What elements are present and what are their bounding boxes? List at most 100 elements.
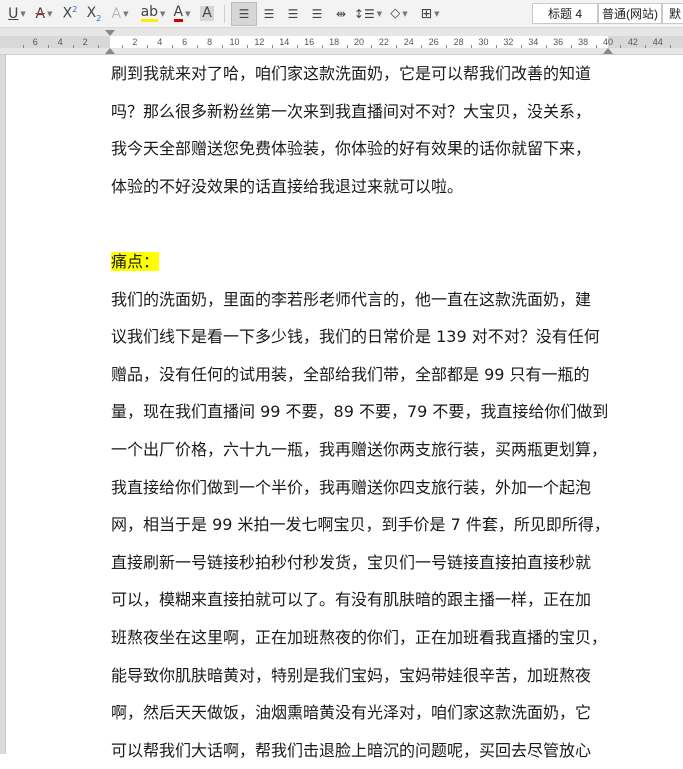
ruler-tick-mark: [471, 45, 473, 48]
ruler-tick-mark: [122, 45, 124, 48]
document-body[interactable]: 刷到我就来对了哈，咱们家这款洗面奶，它是可以帮我们改善的知道 吗？那么很多新粉丝…: [111, 55, 611, 769]
align-right-icon: ☰: [287, 6, 299, 21]
ruler-tick-mark: [446, 45, 448, 48]
superscript-icon: X2: [62, 5, 78, 22]
horizontal-ruler[interactable]: 6 4 2 2 4 6 8 10 12 14 16 18 20 22 24 26 28 30 32 34 36 38 40 4…: [0, 28, 683, 55]
chevron-down-icon: ▼: [185, 9, 191, 18]
ruler-tick-label: 4: [157, 37, 163, 47]
ruler-tick-label: 20: [353, 37, 365, 47]
text-line: 可以，模糊来直接拍就可以了。有没有肌肤暗的跟主播一样，正在加: [111, 590, 592, 610]
subscript-icon: X2: [86, 4, 102, 23]
subscript-button[interactable]: X2: [82, 3, 106, 25]
line-spacing-button[interactable]: ↕☰ ▼: [353, 3, 383, 25]
distributed-align-icon: ⇹: [335, 6, 347, 21]
paragraph-intro: 刷到我就来对了哈，咱们家这款洗面奶，它是可以帮我们改善的知道 吗？那么很多新粉丝…: [111, 55, 611, 205]
text-line: 刷到我就来对了哈，咱们家这款洗面奶，它是可以帮我们改善的知道: [111, 64, 592, 83]
ruler-tick-mark: [595, 45, 597, 48]
ruler-tick-mark: [222, 45, 224, 48]
ruler-tick-label: 16: [304, 37, 315, 47]
ruler-tick-mark: [22, 45, 24, 48]
ruler-tick-mark: [421, 45, 423, 48]
chevron-down-icon: ▼: [123, 9, 129, 18]
text-line: 体验的不好没效果的话直接给我退过来就可以啦。: [111, 176, 464, 196]
text-line: 我直接给你们做到一个半价，我再赠送你四支旅行装，外加一个起泡: [111, 477, 592, 497]
chevron-down-icon: ▼: [20, 9, 26, 18]
ruler-tick-mark: [371, 45, 373, 48]
style-default[interactable]: 默: [662, 3, 683, 24]
text-line: 班熬夜坐在这里啊，正在加班熬夜的你们，正在加班看我直播的宝贝，: [111, 627, 608, 647]
ruler-tick-label: 2: [132, 37, 138, 47]
text-line: 直接刷新一号链接秒拍秒付秒发货，宝贝们一号链接直接拍直接秒就: [111, 552, 592, 572]
text-line: 网，相当于是 99 米拍一发七啊宝贝，到手价是 7 件套，所见即所得，: [111, 515, 610, 535]
paint-bucket-icon: ◇: [390, 6, 401, 21]
character-shading-button[interactable]: A: [196, 3, 218, 25]
align-center-icon: ☰: [263, 6, 275, 21]
chevron-down-icon: ▼: [47, 9, 53, 18]
section-heading: 痛点：: [111, 243, 611, 281]
ruler-tick-label: 6: [32, 37, 38, 47]
ruler-tick-mark: [246, 45, 248, 48]
ruler-tick-label: 44: [652, 37, 663, 47]
ruler-tick-mark: [72, 45, 74, 48]
ruler-tick-mark: [321, 45, 323, 48]
right-indent-marker-icon[interactable]: [603, 48, 613, 54]
ruler-tick-mark: [645, 45, 647, 48]
ruler-tick-label: 38: [578, 37, 589, 47]
ruler-tick-mark: [346, 45, 348, 48]
ruler-left-margin: [0, 36, 110, 48]
align-right-button[interactable]: ☰: [281, 3, 305, 25]
formatting-toolbar: U ▼ A ▼ X2 X2 A ▼ ab ▼ A ▼ A ☰ ☰ ☰ ☰ ⇹ ↕☰ ▼ ◇ ▼…: [0, 0, 683, 28]
strikethrough-icon: A: [35, 5, 46, 22]
chevron-down-icon: ▼: [160, 9, 166, 18]
text-line: 能导致你肌肤暗黄对，特别是我们宝妈，宝妈带娃很辛苦，加班熬夜: [111, 665, 592, 685]
align-left-button[interactable]: ☰: [231, 1, 257, 26]
highlight-button[interactable]: ab ▼: [138, 3, 168, 25]
underline-icon: U: [8, 5, 19, 22]
ruler-tick-label: 30: [478, 37, 489, 47]
ruler-tick-label: 4: [57, 37, 63, 47]
ruler-tick-label: 18: [329, 37, 340, 47]
ruler-tick-mark: [620, 45, 622, 48]
superscript-button[interactable]: X2: [58, 3, 82, 25]
highlighter-icon: ab: [140, 4, 159, 22]
style-normal-web[interactable]: 普通(网站): [598, 3, 662, 24]
ruler-tick-mark: [197, 45, 199, 48]
text-effect-icon: A: [111, 5, 122, 22]
justify-icon: ☰: [311, 6, 323, 21]
hanging-indent-marker-icon[interactable]: [105, 48, 115, 54]
font-color-button[interactable]: A ▼: [168, 3, 196, 25]
border-grid-icon: ⊞: [420, 5, 433, 22]
highlighted-heading-text: 痛点：: [111, 251, 160, 271]
distributed-align-button[interactable]: ⇹: [329, 3, 353, 25]
first-line-indent-marker-icon[interactable]: [105, 30, 115, 36]
shading-button[interactable]: ◇ ▼: [383, 3, 415, 25]
ruler-tick-label: 42: [627, 37, 638, 47]
text-line: 赠品，没有任何的试用装，全部给我们带，全部都是 99 只有一瓶的: [111, 364, 590, 384]
text-line: 一个出厂价格，六十九一瓶，我再赠送你两支旅行装，买两瓶更划算，: [111, 439, 608, 459]
ruler-tick-label: 32: [503, 37, 514, 47]
ruler-tick-label: 28: [453, 37, 464, 47]
ruler-tick-label: 36: [553, 37, 564, 47]
style-heading4[interactable]: 标题 4: [532, 3, 598, 24]
ruler-tick-mark: [172, 45, 174, 48]
font-color-icon: A: [173, 4, 184, 22]
page-left-edge: [0, 55, 6, 754]
underline-button[interactable]: U ▼: [4, 3, 30, 25]
ruler-tick-mark: [670, 45, 672, 48]
ruler-tick-mark: [520, 45, 522, 48]
ruler-tick-mark: [296, 45, 298, 48]
borders-button[interactable]: ⊞ ▼: [415, 3, 445, 25]
justify-button[interactable]: ☰: [305, 3, 329, 25]
ruler-tick-label: 8: [207, 37, 213, 47]
line-spacing-icon: ↕☰: [353, 6, 375, 21]
align-center-button[interactable]: ☰: [257, 3, 281, 25]
strikethrough-button[interactable]: A ▼: [30, 3, 58, 25]
paragraph-pain-points: 我们的洗面奶，里面的李若彤老师代言的，他一直在这款洗面奶，建 议我们线下是看一下…: [111, 281, 611, 769]
ruler-tick-label: 40: [602, 37, 614, 47]
character-shading-icon: A: [200, 5, 214, 21]
ruler-tick-mark: [570, 45, 572, 48]
ruler-tick-mark: [495, 45, 497, 48]
chevron-down-icon: ▼: [402, 9, 408, 18]
toolbar-divider: [224, 4, 225, 23]
text-effects-button[interactable]: A ▼: [106, 3, 134, 25]
